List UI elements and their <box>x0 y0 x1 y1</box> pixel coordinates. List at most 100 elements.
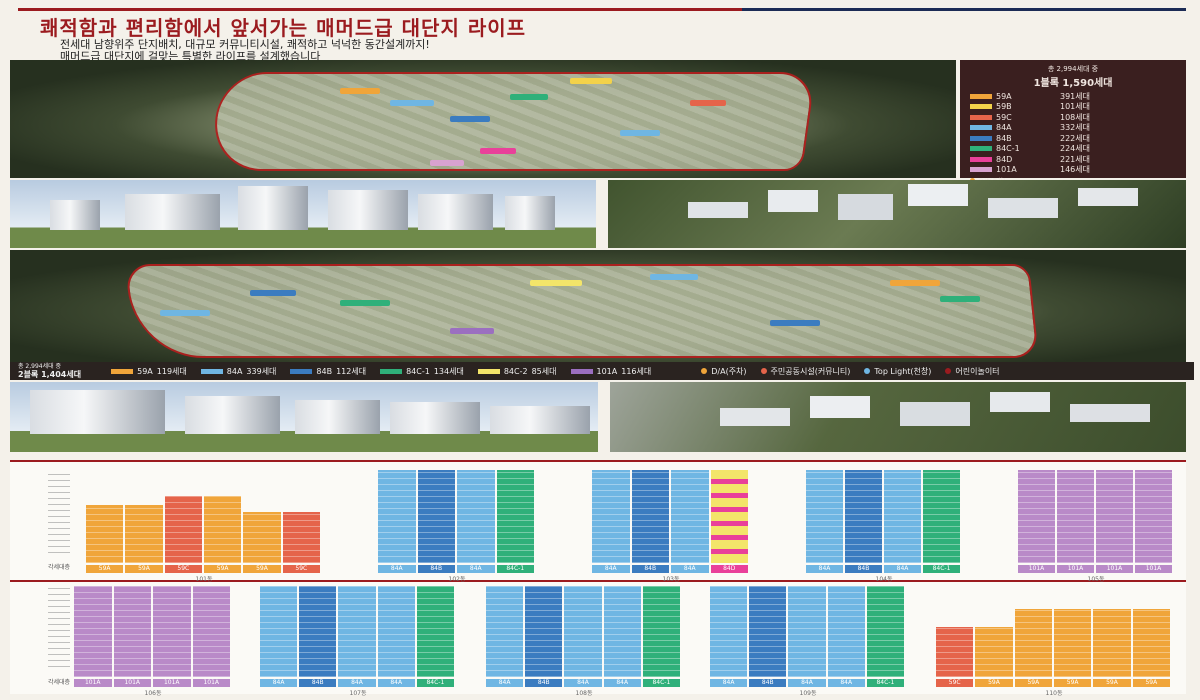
unit-type-label: 59A <box>1014 679 1052 687</box>
dong-label: 102동 <box>448 576 466 583</box>
floor-axis-label: 각세대층 <box>48 564 71 571</box>
legend-swatch <box>970 156 992 162</box>
legend-unit-count: 112세대 <box>336 366 367 376</box>
legend-note: 주민공동시설(커뮤니티) <box>760 366 850 377</box>
legend-swatch <box>290 368 313 374</box>
unit-type-label: 101A <box>1135 565 1172 573</box>
unit-type-label: 84D <box>710 565 748 573</box>
unit-column <box>299 586 337 677</box>
unit-type-label: 84A <box>338 679 376 687</box>
block1-site-plan-image <box>10 60 956 178</box>
unit-column <box>338 586 376 677</box>
legend-unit-count: 116세대 <box>621 366 652 376</box>
unit-column <box>1014 609 1052 677</box>
building-marker <box>390 100 434 106</box>
legend-notes: D/A(주차) 주민공동시설(커뮤니티) Top Light(천창) 어린이놀이터 <box>701 366 1000 377</box>
legend-title: 2블록 1,404세대 <box>18 370 82 379</box>
legend-title: 1블록 1,590세대 <box>1033 78 1113 89</box>
unit-column <box>710 586 748 677</box>
building-marker <box>890 280 940 286</box>
unit-column <box>416 586 454 677</box>
unit-column <box>671 470 709 563</box>
legend-swatch <box>970 93 992 99</box>
unit-type-label: 84A <box>806 565 843 573</box>
building-marker <box>450 116 490 122</box>
unit-column <box>486 586 524 677</box>
unit-column <box>845 470 882 563</box>
unit-type-label: 101A <box>153 679 191 687</box>
block2-legend-heading: 총 2,994세대 중 2블록 1,404세대 <box>18 363 81 379</box>
tower <box>908 184 968 206</box>
unit-column <box>125 505 163 563</box>
unit-column <box>417 470 455 563</box>
legend-note-marker <box>945 368 952 374</box>
legend-swatch <box>111 368 134 374</box>
unit-column <box>1093 609 1131 677</box>
building-marker <box>650 274 698 280</box>
tower <box>988 198 1058 218</box>
unit-type-label: 59A <box>1093 679 1131 687</box>
legend-unit-count: 221세대 <box>1060 154 1090 164</box>
block1-legend: 총 2,994세대 중 1블록 1,590세대 59A 391세대 59B 101세대… <box>960 60 1186 206</box>
unit-column <box>884 470 921 563</box>
legend-swatch <box>970 104 992 110</box>
block1-site-area <box>208 72 816 171</box>
unit-column <box>827 586 865 677</box>
dong-label: 103동 <box>662 576 680 583</box>
legend-unit-count: 391세대 <box>1060 91 1090 101</box>
legend-unit-type: 84B <box>996 133 1012 143</box>
unit-column <box>642 586 680 677</box>
floor-ticks <box>48 470 70 553</box>
unit-type-label: 84A <box>827 679 865 687</box>
legend-swatch <box>380 368 403 374</box>
tower <box>418 194 493 230</box>
tower <box>490 406 590 434</box>
legend-note-label: Top Light(천창) <box>874 366 932 376</box>
unit-column <box>975 627 1013 677</box>
unit-column <box>496 470 534 563</box>
legend-row: 84B 222세대 <box>970 133 1176 144</box>
dong-label: 106동 <box>144 690 162 697</box>
dong-label: 107동 <box>349 690 367 697</box>
dong-label: 108동 <box>575 690 593 697</box>
tower <box>505 196 555 230</box>
unit-type-label: 84A <box>671 565 709 573</box>
unit-type-label: 59A <box>243 565 281 573</box>
unit-type-label: 84A <box>564 679 602 687</box>
legend-note: D/A(주차) <box>701 366 747 377</box>
unit-type-label: 101A <box>192 679 230 687</box>
tower <box>50 200 100 230</box>
building-marker <box>510 94 548 100</box>
unit-column <box>113 586 151 677</box>
unit-type-label: 84C-1 <box>416 679 454 687</box>
unit-column <box>936 627 974 677</box>
building-marker <box>620 130 660 136</box>
building-marker <box>340 88 380 94</box>
unit-column <box>204 496 242 563</box>
legend-row: 101A 116세대 <box>570 366 652 377</box>
legend-unit-list: 59A 119세대 84A 339세대 84B 112세대 84C-1 134세대 84C-2 8… <box>111 366 651 377</box>
unit-column <box>457 470 495 563</box>
unit-type-label: 101A <box>113 679 151 687</box>
dong-label: 104동 <box>875 576 893 583</box>
legend-row: 84B 112세대 <box>290 366 366 377</box>
legend-note-label: 어린이놀이터 <box>955 366 1000 376</box>
unit-type-label: 84B <box>417 565 455 573</box>
legend-unit-count: 222세대 <box>1060 133 1090 143</box>
legend-unit-type: 84A <box>996 123 1012 133</box>
unit-type-label: 59A <box>975 679 1013 687</box>
tower <box>810 396 870 418</box>
unit-type-label: 84A <box>457 565 495 573</box>
unit-column <box>74 586 112 677</box>
unit-type-label: 59A <box>1132 679 1170 687</box>
legend-note-marker <box>701 368 708 374</box>
unit-type-label: 101A <box>1057 565 1094 573</box>
legend-unit-type: 59A <box>996 91 1012 101</box>
block2-site-plan-image <box>10 250 1186 362</box>
legend-swatch <box>970 135 992 141</box>
tower <box>900 402 970 426</box>
dong-label: 110동 <box>1045 690 1063 697</box>
legend-note-label: D/A(주차) <box>711 366 747 376</box>
tower <box>1078 188 1138 206</box>
tower <box>768 190 818 212</box>
